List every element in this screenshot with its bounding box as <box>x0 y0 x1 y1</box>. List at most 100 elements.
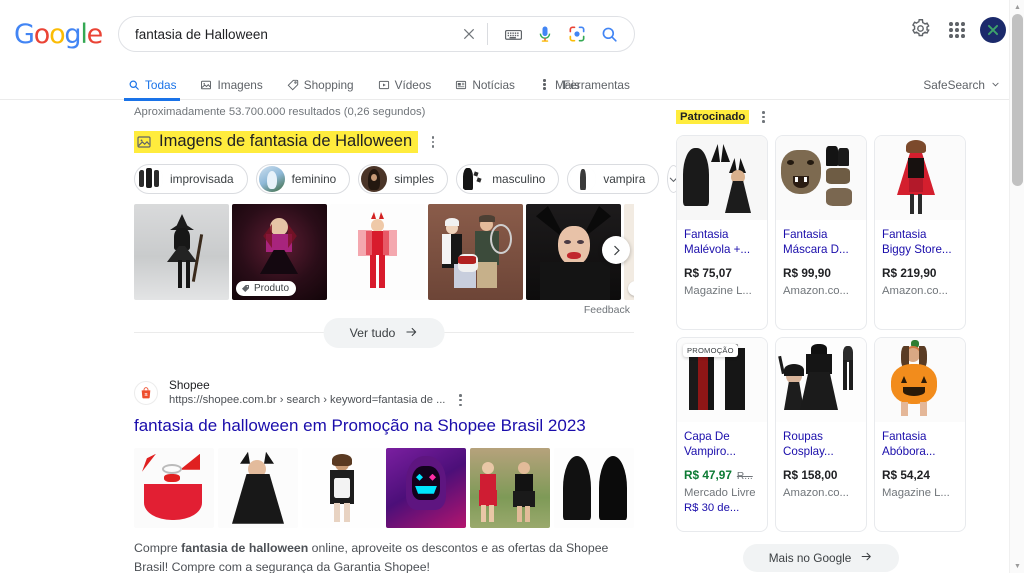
safesearch-dropdown[interactable]: SafeSearch <box>923 67 1000 100</box>
ad-card[interactable]: Fantasia Malévola +... R$ 75,07 Magazine… <box>676 135 768 330</box>
result-thumbnail[interactable] <box>554 447 634 528</box>
ad-image <box>875 338 965 422</box>
tab-label: Vídeos <box>394 77 432 92</box>
ad-body: Roupas Cosplay... R$ 158,00 Amazon.co... <box>776 422 866 499</box>
result-thumbnail[interactable] <box>134 447 214 528</box>
tools-button[interactable]: Ferramentas <box>563 67 630 100</box>
keyboard-icon[interactable] <box>500 21 526 47</box>
tab-label: Notícias <box>472 77 515 92</box>
see-all-button[interactable]: Ver tudo <box>323 318 445 348</box>
ad-seller: Magazine L... <box>684 285 752 297</box>
page-scrollbar[interactable]: ▲ ▼ <box>1009 0 1024 573</box>
image-thumbnail[interactable] <box>428 204 523 300</box>
images-pack-feedback[interactable]: Feedback <box>134 304 634 316</box>
tab-noticias[interactable]: Notícias <box>455 67 515 100</box>
more-options-icon[interactable] <box>425 133 441 151</box>
google-lens-icon[interactable] <box>564 21 590 47</box>
desc-part-1: Compre <box>134 540 182 555</box>
result-thumbnail[interactable] <box>218 447 298 528</box>
promo-badge: PROMOÇÃO <box>683 344 738 357</box>
microphone-icon[interactable] <box>532 21 558 47</box>
result-url-row: https://shopee.com.br › search › keyword… <box>169 393 468 408</box>
desc-part-2-bold: fantasia de halloween <box>181 540 309 555</box>
image-thumbnail[interactable]: Produto <box>232 204 327 300</box>
badge-label: Produto <box>254 283 290 294</box>
image-thumbnail[interactable] <box>134 204 229 300</box>
image-thumbnail[interactable] <box>330 204 425 300</box>
close-icon[interactable] <box>456 21 482 47</box>
more-on-google-row: Mais no Google <box>676 544 966 572</box>
ad-card[interactable]: Roupas Cosplay... R$ 158,00 Amazon.co... <box>775 337 867 532</box>
tab-imagens[interactable]: Imagens <box>200 67 263 100</box>
ad-seller: Amazon.co... <box>783 487 849 499</box>
tab-label: Todas <box>145 77 177 92</box>
result-thumbnail[interactable] <box>386 447 466 528</box>
ad-body: Capa De Vampiro... R$ 47,97 R... Mercado… <box>677 422 767 514</box>
ad-title: Fantasia Biggy Store... <box>882 228 952 257</box>
google-logo[interactable]: Google <box>14 19 104 50</box>
google-apps-grid-icon[interactable] <box>945 18 969 42</box>
chip-masculino[interactable]: masculino <box>456 164 560 194</box>
chevron-right-icon[interactable] <box>602 236 630 264</box>
result-thumbnails <box>134 447 634 528</box>
ad-price: R$ 99,90 <box>783 266 859 280</box>
chip-thumbnail <box>459 166 486 192</box>
ad-card[interactable]: Fantasia Abóbora... R$ 54,24 Magazine L.… <box>874 337 966 532</box>
more-on-google-button[interactable]: Mais no Google <box>742 544 900 572</box>
ad-price-value: R$ 158,00 <box>783 468 838 482</box>
search-input[interactable] <box>119 26 456 42</box>
search-box[interactable] <box>118 16 635 52</box>
scroll-up-arrow-icon[interactable]: ▲ <box>1010 0 1024 14</box>
ad-seller: Amazon.co... <box>882 285 948 297</box>
tab-todas[interactable]: Todas <box>124 67 181 101</box>
more-options-icon[interactable] <box>452 393 468 407</box>
logo-letter-o1: o <box>33 19 51 50</box>
chip-simples[interactable]: simples <box>358 164 449 194</box>
images-filter-chips: improvisada feminino simples masculino v… <box>134 164 681 194</box>
result-thumbnail[interactable] <box>470 447 550 528</box>
avatar-glyph <box>987 24 999 36</box>
see-all-label: Ver tudo <box>349 326 396 340</box>
avatar[interactable] <box>980 17 1006 43</box>
ad-title: Fantasia Máscara D... <box>783 228 849 257</box>
ad-seller: Mercado Livre <box>684 487 756 499</box>
tab-videos[interactable]: Vídeos <box>378 67 432 100</box>
result-thumbnail[interactable] <box>302 447 382 528</box>
search-icon[interactable] <box>596 21 622 47</box>
image-pack-icon <box>136 134 152 150</box>
safesearch-label: SafeSearch <box>923 77 985 92</box>
ad-card[interactable]: PROMOÇÃO Capa De Vampiro... R$ 47,97 R..… <box>676 337 768 532</box>
chip-vampira[interactable]: vampira <box>567 164 660 194</box>
logo-letter-g2: g <box>64 19 81 50</box>
results-stats: Aproximadamente 53.700.000 resultados (0… <box>134 106 426 118</box>
chip-label: improvisada <box>170 172 234 186</box>
images-pack-carousel[interactable]: Produto <box>134 204 634 300</box>
tab-label: Shopping <box>303 77 354 92</box>
ads-grid: Fantasia Malévola +... R$ 75,07 Magazine… <box>676 135 966 532</box>
ad-price-value: R$ 75,07 <box>684 266 732 280</box>
tab-shopping[interactable]: Shopping <box>287 67 354 100</box>
news-icon <box>455 79 467 91</box>
images-pack-title: Imagens de fantasia de Halloween <box>159 132 413 150</box>
more-options-icon[interactable] <box>755 108 771 126</box>
chip-feminino[interactable]: feminino <box>255 164 351 194</box>
ad-card[interactable]: Fantasia Biggy Store... R$ 219,90 Amazon… <box>874 135 966 330</box>
see-all-images-row: Ver tudo <box>134 318 634 348</box>
scrollbar-thumb[interactable] <box>1012 14 1023 186</box>
result-title[interactable]: fantasia de halloween em Promoção na Sho… <box>134 416 634 436</box>
ad-image <box>776 338 866 422</box>
chip-thumbnail <box>258 166 285 192</box>
images-pack: Imagens de fantasia de Halloween improvi… <box>134 131 681 348</box>
ad-price: R$ 54,24 <box>882 468 958 482</box>
scroll-down-arrow-icon[interactable]: ▼ <box>1010 559 1024 573</box>
chip-improvisada[interactable]: improvisada <box>134 164 248 194</box>
ad-price: R$ 158,00 <box>783 468 859 482</box>
ad-card[interactable]: Fantasia Máscara D... R$ 99,90 Amazon.co… <box>775 135 867 330</box>
ad-image: PROMOÇÃO <box>677 338 767 422</box>
ad-seller: Magazine L... <box>882 487 950 499</box>
arrow-right-icon <box>860 550 873 566</box>
logo-letter-e: e <box>86 19 104 50</box>
gear-icon[interactable] <box>910 18 934 42</box>
chip-thumbnail <box>361 166 388 192</box>
search-tabs-bar: Todas Imagens Shopping Vídeos Notícias M… <box>0 67 1024 101</box>
